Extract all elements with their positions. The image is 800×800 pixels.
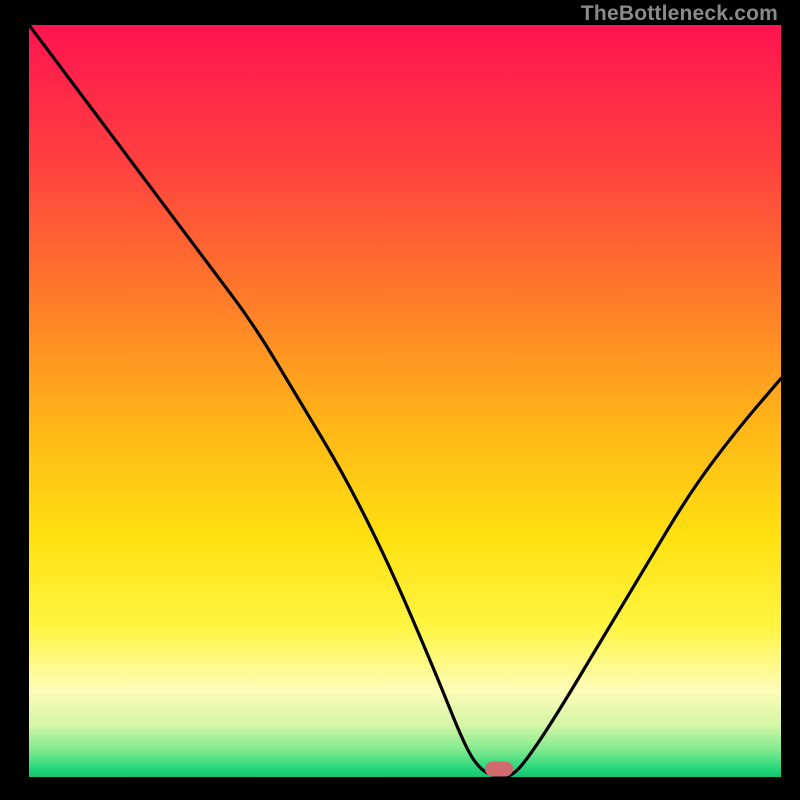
chart-frame xyxy=(29,25,781,777)
bottleneck-chart xyxy=(29,25,781,777)
watermark-text: TheBottleneck.com xyxy=(581,2,778,26)
optimum-marker xyxy=(485,762,513,777)
gradient-background xyxy=(29,25,781,777)
